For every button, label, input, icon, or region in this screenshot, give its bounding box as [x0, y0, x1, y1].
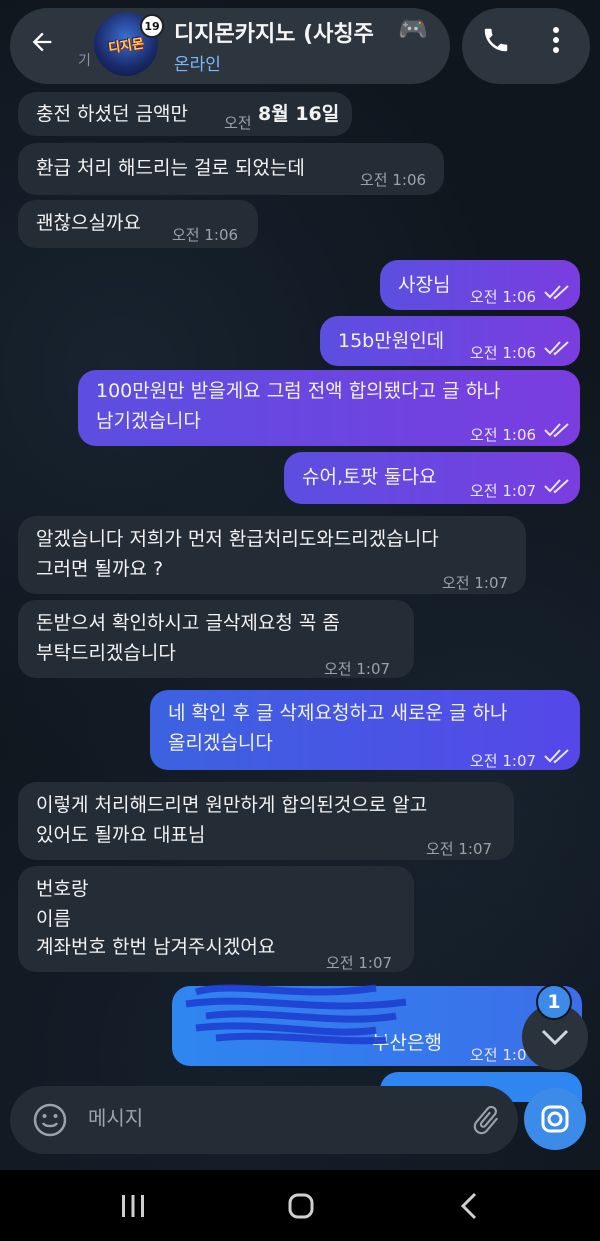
chat-header: 기 디지몬 19 디지몬카지노 (사칭주 🎮 온라인	[0, 0, 600, 92]
chevron-left-icon	[460, 1192, 477, 1220]
message-bubble-outgoing[interactable]: 100만원만 받을게요 그럼 전액 합의됐다고 글 하나 남기겠습니다 오전 1…	[78, 370, 580, 446]
message-text: 괜찮으실까요	[36, 212, 141, 234]
avatar-logo-text: 디지몬	[107, 36, 146, 56]
message-time: 오전 1:07	[470, 482, 537, 500]
home-icon	[288, 1193, 314, 1219]
message-text: 15b만원인데	[338, 330, 445, 352]
message-time: 오전 1:07	[426, 840, 493, 858]
more-options-button[interactable]	[538, 22, 574, 58]
message-bubble-incoming[interactable]: 번호랑 이름 계좌번호 한번 남겨주시겠어요 오전 1:07	[18, 866, 414, 972]
message-text: 돈받으셔 확인하시고 글삭제요청 꼭 좀	[36, 612, 340, 634]
message-bubble-incoming[interactable]: 알겠습니다 저희가 먼저 환급처리도와드리겠습니다 그러면 될까요 ? 오전 1…	[18, 516, 526, 594]
call-button[interactable]	[478, 22, 514, 58]
arrow-left-icon	[32, 32, 52, 52]
double-check-icon	[544, 341, 569, 356]
message-time: 오전 1:06	[360, 171, 427, 189]
unread-count-badge: 1	[536, 984, 572, 1020]
message-bubble-outgoing[interactable]: 사장님 오전 1:06	[380, 260, 580, 310]
message-bubble-incoming[interactable]: 환급 처리 해드리는 걸로 되었는데 오전 1:06	[18, 143, 444, 195]
double-check-icon	[544, 749, 569, 764]
online-status: 온라인	[174, 55, 221, 75]
message-time: 오전	[224, 114, 252, 132]
header-subtext: 기	[78, 53, 91, 69]
message-text: 이렇게 처리해드리면 원만하게 합의된것으로 알고	[36, 794, 428, 816]
double-check-icon	[544, 423, 569, 438]
message-text: 알겠습니다 저희가 먼저 환급처리도와드리겠습니다	[36, 528, 439, 550]
chat-title[interactable]: 디지몬카지노 (사칭주	[174, 16, 400, 48]
message-text: 부탁드리겠습니다	[36, 642, 176, 664]
attach-button[interactable]	[466, 1100, 506, 1140]
message-text: 슈어,토팟 둘다요	[302, 466, 437, 488]
message-bubble-incoming[interactable]: 이렇게 처리해드리면 원만하게 합의된것으로 알고 있어도 될까요 대표님 오전…	[18, 782, 514, 860]
message-text: 남기겠습니다	[96, 410, 201, 432]
message-bubble-outgoing[interactable]: 네 확인 후 글 삭제요청하고 새로운 글 하나 올리겠습니다 오전 1:07	[150, 690, 580, 770]
smiley-icon	[33, 1103, 67, 1137]
camera-icon	[541, 1105, 569, 1133]
message-text: 100만원만 받을게요 그럼 전액 합의됐다고 글 하나	[96, 380, 501, 402]
camera-button[interactable]	[524, 1088, 586, 1150]
message-text: 계좌번호 한번 남겨주시겠어요	[36, 936, 276, 958]
message-time: 오전 1:07	[442, 574, 509, 592]
message-time: 오전 1:06	[470, 344, 537, 362]
message-time: 오전 1:06	[470, 288, 537, 306]
message-bubble-incoming[interactable]: 괜찮으실까요 오전 1:06	[18, 200, 258, 248]
back-button[interactable]	[22, 22, 62, 62]
message-text: 사장님	[398, 274, 451, 296]
recent-apps-icon	[122, 1195, 144, 1217]
phone-icon	[484, 28, 508, 52]
message-time: 오전 1:06	[470, 426, 537, 444]
message-text: 올리겠습니다	[168, 732, 273, 754]
message-time: 오전 1:07	[326, 954, 393, 972]
recent-apps-button[interactable]	[108, 1186, 158, 1226]
message-text: 있어도 될까요 대표님	[36, 824, 206, 846]
date-overlay: 8월 16일	[258, 103, 340, 125]
gamepad-icon: 🎮	[398, 15, 428, 43]
message-time: 오전 1:07	[470, 752, 537, 770]
double-check-icon	[544, 285, 569, 300]
more-vertical-icon	[553, 27, 559, 53]
message-text: 이름	[36, 908, 71, 930]
message-text: 네 확인 후 글 삭제요청하고 새로운 글 하나	[168, 702, 508, 724]
message-text: 번호랑	[36, 878, 89, 900]
chevron-down-icon	[541, 1029, 569, 1046]
message-time: 오전 1:06	[172, 226, 239, 244]
message-input[interactable]	[88, 1098, 448, 1138]
message-bubble-incoming[interactable]: 돈받으셔 확인하시고 글삭제요청 꼭 좀 부탁드리겠습니다 오전 1:07	[18, 600, 414, 678]
message-text: 충전 하셨던 금액만	[36, 103, 188, 125]
age-badge: 19	[140, 14, 164, 38]
home-button[interactable]	[276, 1186, 326, 1226]
message-text: 그러면 될까요 ?	[36, 558, 164, 580]
message-time: 오전 1:0	[470, 1046, 527, 1064]
message-bubble-outgoing[interactable]: 슈어,토팟 둘다요 오전 1:07	[284, 452, 580, 504]
message-text: 환급 처리 해드리는 걸로 되었는데	[36, 157, 305, 179]
double-check-icon	[544, 479, 569, 494]
message-bubble-outgoing[interactable]: 15b만원인데 오전 1:06	[320, 316, 580, 366]
message-time: 오전 1:07	[324, 660, 391, 678]
redaction-scribble	[185, 984, 407, 1045]
back-nav-button[interactable]	[444, 1186, 494, 1226]
message-bubble-incoming[interactable]: 충전 하셨던 금액만 오전 8월 16일	[18, 92, 352, 136]
paperclip-icon	[473, 1105, 498, 1135]
emoji-button[interactable]	[30, 1100, 70, 1140]
